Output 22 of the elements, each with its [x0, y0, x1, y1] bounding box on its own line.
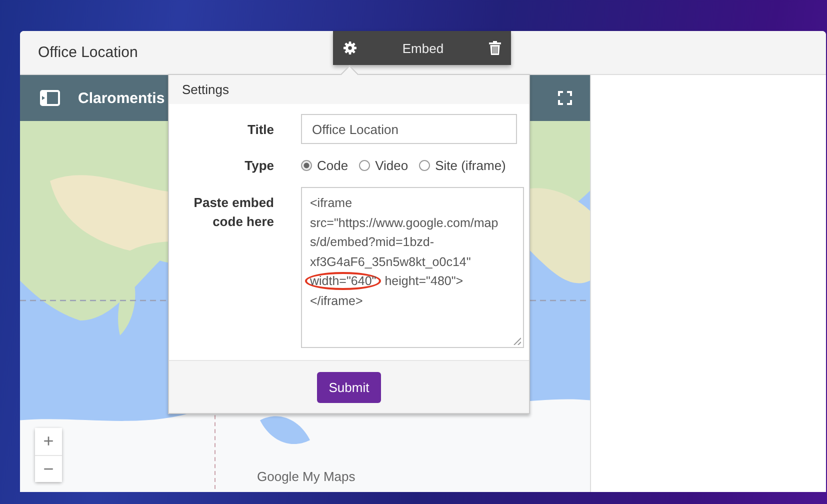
field-label: Title — [246, 122, 274, 136]
popover-title: Settings — [182, 82, 229, 97]
field-label: Paste embed code here — [192, 194, 274, 231]
zoom-in-button[interactable]: + — [35, 428, 62, 455]
submit-button[interactable]: Submit — [316, 372, 382, 402]
fullscreen-icon[interactable] — [558, 91, 572, 105]
map-title: Claromentis — [78, 90, 165, 106]
toolbar-label: Embed — [401, 40, 445, 56]
side-panel-icon[interactable] — [40, 90, 60, 106]
embed-code-field[interactable]: <iframe src="https://www.google.com/map s/d/embed?mid=1bzd- xf3G4aF6_35n5w8kt_o0c14" width="640" height="480"> </iframe> — [301, 187, 524, 348]
radio-option[interactable]: Site (iframe) — [419, 158, 506, 173]
title-input[interactable]: Office Location — [301, 114, 517, 144]
radio-option[interactable]: Video — [359, 158, 408, 173]
highlight-ellipse: width="640" — [305, 272, 382, 290]
zoom-out-button[interactable]: − — [35, 455, 62, 482]
radio-option[interactable]: Code — [301, 158, 348, 173]
card-title: Office Location — [38, 44, 138, 61]
settings-icon[interactable] — [343, 41, 357, 55]
resize-grip-icon[interactable] — [513, 337, 521, 345]
field-label: Type — [244, 158, 274, 173]
map-attribution: Google My Maps — [257, 469, 356, 484]
trash-icon[interactable] — [489, 41, 501, 55]
